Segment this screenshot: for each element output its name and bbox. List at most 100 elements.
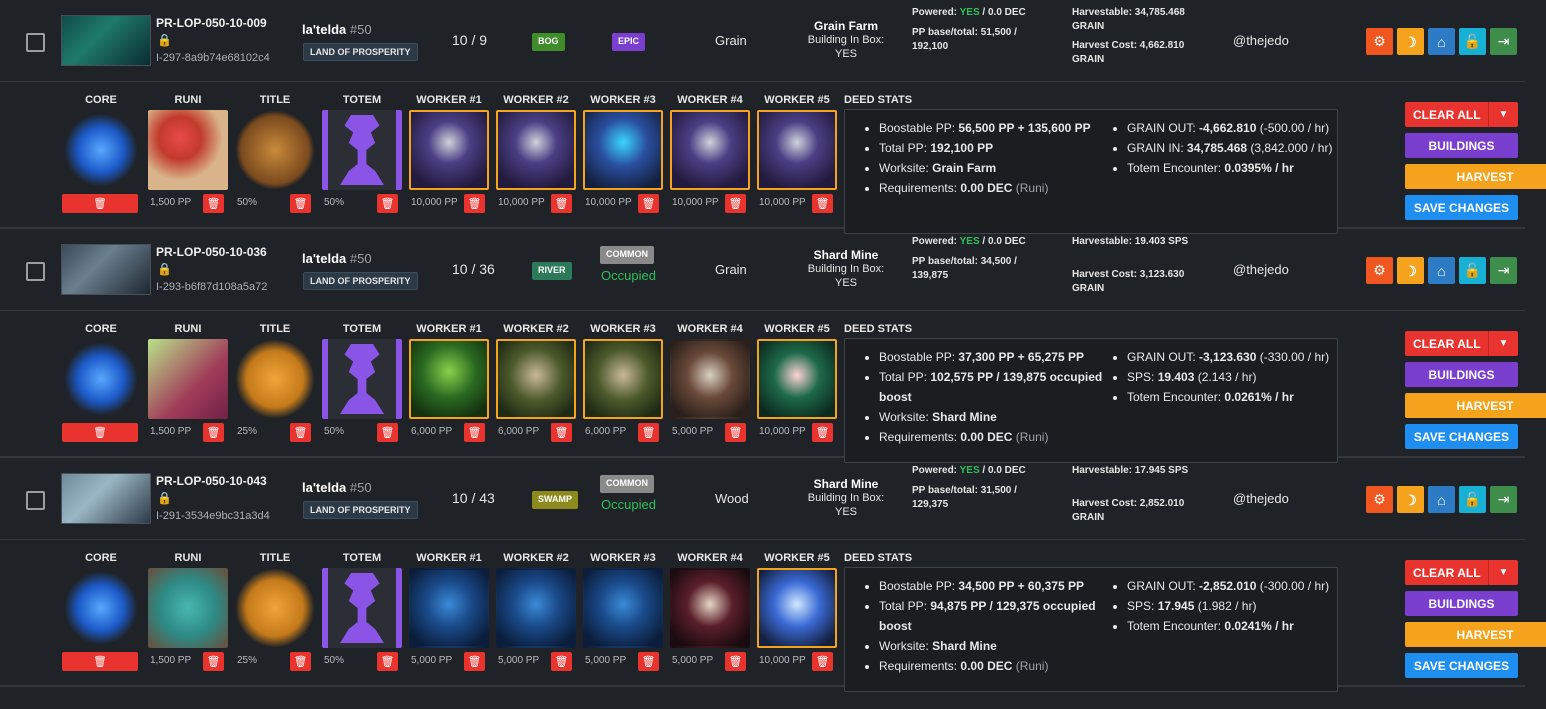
totem-card[interactable]: [322, 568, 402, 648]
harvest-button[interactable]: HARVEST: [1405, 622, 1546, 647]
worker-card[interactable]: [583, 339, 663, 419]
worker-card[interactable]: [670, 110, 750, 190]
trash-icon[interactable]: 🗑: [62, 423, 138, 442]
stat-label: SPS:: [1127, 599, 1155, 613]
worker-card[interactable]: [757, 339, 837, 419]
worker-card[interactable]: [496, 110, 576, 190]
unlock-icon[interactable]: 🔓: [1459, 257, 1486, 284]
trash-icon[interactable]: 🗑: [812, 423, 833, 442]
runi-card[interactable]: [148, 110, 228, 190]
gear-icon[interactable]: ⚙: [1366, 257, 1393, 284]
store-icon[interactable]: ⌂: [1428, 486, 1455, 513]
trash-icon[interactable]: 🗑: [290, 652, 311, 671]
gear-icon[interactable]: ⚙: [1366, 486, 1393, 513]
owner-name[interactable]: @thejedo: [1233, 33, 1289, 48]
sickle-icon[interactable]: ☽: [1397, 257, 1424, 284]
select-checkbox[interactable]: [26, 262, 45, 281]
buildings-button[interactable]: BUILDINGS: [1405, 133, 1518, 158]
buildings-button[interactable]: BUILDINGS: [1405, 591, 1518, 616]
unlock-icon[interactable]: 🔓: [1459, 28, 1486, 55]
col-header-title: TITLE: [259, 552, 291, 564]
trash-icon[interactable]: 🗑: [551, 652, 572, 671]
trash-icon[interactable]: 🗑: [290, 194, 311, 213]
trash-icon[interactable]: 🗑: [812, 652, 833, 671]
runi-pp: 1,500 PP: [150, 655, 192, 666]
totem-card[interactable]: [322, 110, 402, 190]
harvest-button[interactable]: HARVEST: [1405, 164, 1546, 189]
trash-icon[interactable]: 🗑: [725, 194, 746, 213]
trash-icon[interactable]: 🗑: [377, 194, 398, 213]
store-icon[interactable]: ⌂: [1428, 28, 1455, 55]
select-checkbox[interactable]: [26, 33, 45, 52]
exit-icon[interactable]: ⇥: [1490, 257, 1517, 284]
worker-card[interactable]: [409, 568, 489, 648]
title-card[interactable]: [235, 110, 315, 190]
title-card[interactable]: [235, 339, 315, 419]
worker-card[interactable]: [409, 339, 489, 419]
trash-icon[interactable]: 🗑: [551, 194, 572, 213]
plot-thumbnail[interactable]: [61, 473, 151, 524]
worker-card[interactable]: [409, 110, 489, 190]
trash-icon[interactable]: 🗑: [203, 652, 224, 671]
clear-all-button[interactable]: CLEAR ALL ▼: [1405, 102, 1518, 127]
trash-icon[interactable]: 🗑: [62, 652, 138, 671]
exit-icon[interactable]: ⇥: [1490, 486, 1517, 513]
save-changes-button[interactable]: SAVE CHANGES: [1405, 195, 1518, 220]
buildings-button[interactable]: BUILDINGS: [1405, 362, 1518, 387]
trash-icon[interactable]: 🗑: [62, 194, 138, 213]
trash-icon[interactable]: 🗑: [290, 423, 311, 442]
plot-thumbnail[interactable]: [61, 244, 151, 295]
core-card[interactable]: [61, 568, 141, 648]
trash-icon[interactable]: 🗑: [638, 423, 659, 442]
runi-card[interactable]: [148, 339, 228, 419]
worker-card[interactable]: [670, 339, 750, 419]
core-card[interactable]: [61, 110, 141, 190]
worker-card[interactable]: [583, 568, 663, 648]
sickle-icon[interactable]: ☽: [1397, 28, 1424, 55]
clear-all-button[interactable]: CLEAR ALL ▼: [1405, 560, 1518, 585]
plot-id[interactable]: PR-LOP-050-10-036: [156, 245, 267, 259]
sickle-icon[interactable]: ☽: [1397, 486, 1424, 513]
plot-id[interactable]: PR-LOP-050-10-043: [156, 474, 267, 488]
owner-name[interactable]: @thejedo: [1233, 262, 1289, 277]
worker-card[interactable]: [757, 568, 837, 648]
chevron-down-icon[interactable]: ▼: [1488, 102, 1518, 127]
clear-all-button[interactable]: CLEAR ALL ▼: [1405, 331, 1518, 356]
plot-hash: I-293-b6f87d108a5a72: [156, 281, 268, 293]
title-card[interactable]: [235, 568, 315, 648]
trash-icon[interactable]: 🗑: [377, 652, 398, 671]
worker-card[interactable]: [496, 568, 576, 648]
harvest-button[interactable]: HARVEST: [1405, 393, 1546, 418]
trash-icon[interactable]: 🗑: [377, 423, 398, 442]
runi-card[interactable]: [148, 568, 228, 648]
trash-icon[interactable]: 🗑: [203, 423, 224, 442]
core-card[interactable]: [61, 339, 141, 419]
trash-icon[interactable]: 🗑: [812, 194, 833, 213]
trash-icon[interactable]: 🗑: [725, 652, 746, 671]
plot-thumbnail[interactable]: [61, 15, 151, 66]
unlock-icon[interactable]: 🔓: [1459, 486, 1486, 513]
trash-icon[interactable]: 🗑: [638, 194, 659, 213]
trash-icon[interactable]: 🗑: [725, 423, 746, 442]
store-icon[interactable]: ⌂: [1428, 257, 1455, 284]
save-changes-button[interactable]: SAVE CHANGES: [1405, 653, 1518, 678]
gear-icon[interactable]: ⚙: [1366, 28, 1393, 55]
worker-card[interactable]: [583, 110, 663, 190]
trash-icon[interactable]: 🗑: [464, 423, 485, 442]
trash-icon[interactable]: 🗑: [203, 194, 224, 213]
trash-icon[interactable]: 🗑: [464, 652, 485, 671]
save-changes-button[interactable]: SAVE CHANGES: [1405, 424, 1518, 449]
owner-name[interactable]: @thejedo: [1233, 491, 1289, 506]
trash-icon[interactable]: 🗑: [464, 194, 485, 213]
exit-icon[interactable]: ⇥: [1490, 28, 1517, 55]
trash-icon[interactable]: 🗑: [551, 423, 572, 442]
chevron-down-icon[interactable]: ▼: [1488, 560, 1518, 585]
totem-card[interactable]: [322, 339, 402, 419]
worker-card[interactable]: [496, 339, 576, 419]
worker-card[interactable]: [670, 568, 750, 648]
trash-icon[interactable]: 🗑: [638, 652, 659, 671]
chevron-down-icon[interactable]: ▼: [1488, 331, 1518, 356]
worker-card[interactable]: [757, 110, 837, 190]
plot-id[interactable]: PR-LOP-050-10-009: [156, 16, 267, 30]
select-checkbox[interactable]: [26, 491, 45, 510]
